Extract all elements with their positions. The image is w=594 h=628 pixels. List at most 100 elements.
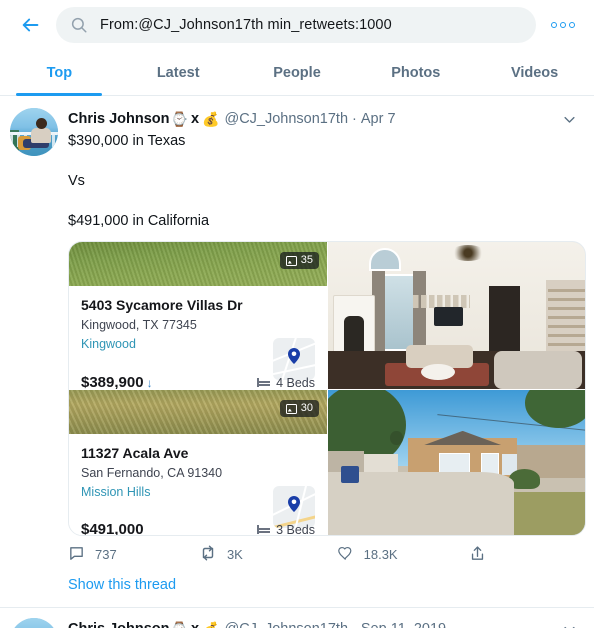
listing-price-row: $491,000 3 Beds <box>81 521 315 536</box>
retweet-count: 3K <box>226 547 243 562</box>
listing-price-row: $389,900 ↓ 4 Beds <box>81 374 315 389</box>
tweet[interactable]: Chris Johnson ⌚ x 💰 @CJ_Johnson17th · Ap… <box>0 96 594 607</box>
display-name[interactable]: Chris Johnson <box>68 109 170 129</box>
bed-icon <box>257 378 271 387</box>
photo-count: 35 <box>300 254 313 266</box>
tab-videos[interactable]: Videos <box>475 50 594 95</box>
tweet-timestamp[interactable]: Apr 7 <box>361 109 396 129</box>
separator-dot: · <box>352 111 357 127</box>
back-arrow-icon[interactable] <box>14 8 48 42</box>
search-result-tabs: Top Latest People Photos Videos <box>0 50 594 96</box>
tab-label: People <box>273 64 321 81</box>
listing-address: 11327 Acala Ave <box>81 445 189 461</box>
interior-sectional <box>493 350 582 389</box>
avatar-bg <box>10 618 58 628</box>
listing-beds: 4 Beds <box>257 376 315 389</box>
tweet-text-line: $390,000 in Texas <box>68 133 186 149</box>
photo-count-badge: 30 <box>279 400 319 417</box>
bed-icon <box>257 525 271 534</box>
twitter-search-screen: From:@CJ_Johnson17th min_retweets:1000 T… <box>0 0 594 628</box>
listing-card-texas[interactable]: 35 5403 Sycamore Villas Dr Kingwood, TX … <box>69 242 327 389</box>
tab-people[interactable]: People <box>238 50 357 95</box>
more-dot <box>560 22 566 28</box>
tab-latest[interactable]: Latest <box>119 50 238 95</box>
heart-icon <box>337 545 354 565</box>
interior-living-room-photo[interactable] <box>328 242 585 389</box>
price-drop-arrow-icon: ↓ <box>146 375 153 390</box>
user-handle[interactable]: @CJ_Johnson17th <box>224 109 348 129</box>
listing-info: 5403 Sycamore Villas Dr Kingwood, TX 773… <box>69 286 327 389</box>
tweet-action-bar: 737 3K 18.3K <box>68 536 508 571</box>
retweet-icon <box>199 544 217 565</box>
photo-icon <box>285 255 297 266</box>
money-bag-emoji-icon: 💰 <box>202 619 219 628</box>
separator-dot: · <box>352 619 357 628</box>
map-pin-icon <box>288 496 300 513</box>
avatar-person-head <box>36 118 47 129</box>
avatar-person-body <box>31 128 51 143</box>
listing-beds-label: 3 Beds <box>276 522 315 536</box>
tweet-body: Chris Johnson ⌚ x 💰 @CJ_Johnson17th · Ap… <box>68 108 586 607</box>
interior-chandelier <box>449 244 486 262</box>
interior-television <box>434 306 463 326</box>
tab-label: Videos <box>510 64 559 81</box>
share-button[interactable] <box>469 544 508 565</box>
show-thread-link[interactable]: Show this thread <box>68 571 580 607</box>
tweet-text: $390,000 in Texas Vs $491,000 in Califor… <box>68 131 580 231</box>
more-options-icon[interactable] <box>546 10 580 40</box>
interior-arch-window <box>369 247 401 272</box>
reply-icon <box>68 545 85 565</box>
avatar[interactable] <box>10 108 58 156</box>
tweet-timestamp[interactable]: Sep 11, 2019 <box>361 619 446 628</box>
tab-photos[interactable]: Photos <box>356 50 475 95</box>
display-name[interactable]: Chris Johnson <box>68 619 170 628</box>
watch-emoji-icon: ⌚ <box>170 111 188 127</box>
listing-beds: 3 Beds <box>257 522 315 536</box>
tab-top[interactable]: Top <box>0 50 119 95</box>
tweet-text-blank <box>68 191 580 211</box>
reply-button[interactable]: 737 <box>68 544 199 565</box>
chevron-down-icon[interactable] <box>558 618 580 628</box>
reply-count: 737 <box>95 547 117 562</box>
avatar[interactable] <box>10 618 58 628</box>
like-button[interactable]: 18.3K <box>337 544 470 565</box>
interior-scene <box>328 242 585 389</box>
photo-icon <box>285 403 297 414</box>
search-icon <box>70 16 88 34</box>
tab-label: Top <box>46 64 73 81</box>
tab-label: Latest <box>156 64 200 81</box>
listing-price: $389,900 ↓ <box>81 374 153 389</box>
listing-price-value: $389,900 <box>81 374 144 389</box>
like-count: 18.3K <box>363 547 398 562</box>
search-input[interactable]: From:@CJ_Johnson17th min_retweets:1000 <box>56 7 536 43</box>
exterior-trash-bin <box>340 465 360 484</box>
watch-emoji-icon: ⌚ <box>171 619 188 628</box>
photo-count-badge: 35 <box>279 252 319 269</box>
more-dot <box>551 22 557 28</box>
search-query-text: From:@CJ_Johnson17th min_retweets:1000 <box>100 17 392 33</box>
listing-card-california[interactable]: 30 11327 Acala Ave San Fernando, CA 9134… <box>69 390 327 536</box>
retweet-button[interactable]: 3K <box>199 544 337 565</box>
name-x-text: x <box>190 111 200 127</box>
money-bag-emoji-icon: 💰 <box>202 111 220 127</box>
next-tweet-body: Chris Johnson ⌚ x 💰 @CJ_Johnson17th · Se… <box>68 618 580 628</box>
exterior-scene <box>328 390 585 535</box>
tab-label: Photos <box>391 64 441 81</box>
user-handle[interactable]: @CJ_Johnson17th <box>224 619 348 628</box>
photo-count: 30 <box>300 402 313 414</box>
tweet-text-blank <box>68 151 580 171</box>
tweet-media-grid: 35 5403 Sycamore Villas Dr Kingwood, TX … <box>68 241 586 536</box>
listing-price: $491,000 <box>81 521 144 536</box>
interior-window <box>382 274 417 351</box>
listing-price-value: $491,000 <box>81 521 144 536</box>
top-search-bar: From:@CJ_Johnson17th min_retweets:1000 <box>0 0 594 50</box>
listing-info: 11327 Acala Ave San Fernando, CA 91340 M… <box>69 434 327 536</box>
name-x-text: x <box>191 619 199 628</box>
next-tweet[interactable]: Chris Johnson ⌚ x 💰 @CJ_Johnson17th · Se… <box>0 608 594 628</box>
exterior-house-photo[interactable] <box>328 390 585 535</box>
chevron-down-icon[interactable] <box>558 108 580 130</box>
listing-city: Kingwood, TX 77345 <box>81 318 197 332</box>
interior-coffee-table <box>421 364 455 381</box>
next-tweet-header: Chris Johnson ⌚ x 💰 @CJ_Johnson17th · Se… <box>68 618 580 628</box>
tweet-text-line: Vs <box>68 173 85 189</box>
